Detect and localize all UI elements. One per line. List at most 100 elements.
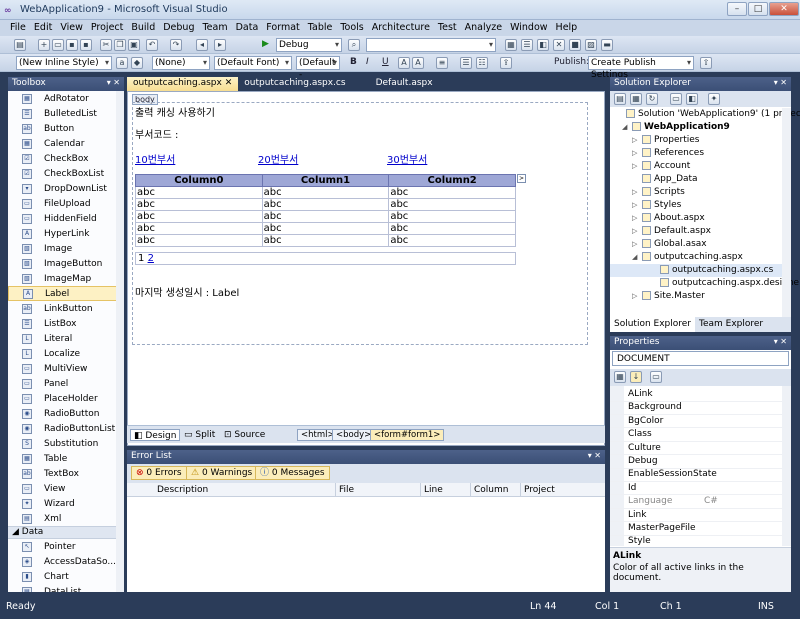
toolbox-item-view[interactable]: ▭ View [8,481,124,496]
object-browser-icon[interactable]: ◧ [537,39,549,51]
expand-icon[interactable]: ◢ [622,121,632,134]
style-apply-icon[interactable]: a [116,57,128,69]
view-code-icon[interactable]: ▭ [670,93,682,105]
tab-outputcaching-aspx[interactable]: outputcaching.aspx ✕ [127,77,239,91]
toolbox-item-image[interactable]: ▧ Image [8,241,124,256]
align-icon[interactable]: ≡ [436,57,448,69]
copy-website-icon[interactable]: ✦ [708,93,720,105]
tree-node[interactable]: ▷ Account [610,160,782,173]
underline-button[interactable]: U [382,56,389,69]
tree-node[interactable]: ▷ References [610,147,782,160]
menu-data[interactable]: Data [232,20,263,36]
save-all-icon[interactable]: ▪ [80,39,92,51]
pin-icon[interactable]: ▾ ✕ [774,337,787,346]
bold-button[interactable]: B [350,56,357,69]
menu-test[interactable]: Test [434,20,461,36]
tab-outputcaching-aspx-cs[interactable]: outputcaching.aspx.cs [238,77,351,91]
extension-icon[interactable]: ▨ [585,39,597,51]
pin-icon[interactable]: ▾ ✕ [107,78,120,87]
properties-scrollbar[interactable] [782,386,791,546]
numbering-icon[interactable]: ☷ [476,57,488,69]
link-dept-20[interactable]: 20번부서 [258,151,298,166]
toolbox-item-dropdownlist[interactable]: ▾ DropDownList [8,181,124,196]
property-row[interactable]: Language C# [610,495,782,509]
view-designer-icon[interactable]: ◧ [686,93,698,105]
expand-icon[interactable]: ▷ [632,238,642,251]
expand-icon[interactable]: ▷ [632,225,642,238]
tree-node[interactable]: App_Data [610,173,782,186]
maximize-button[interactable]: □ [748,2,768,16]
save-icon[interactable]: ▪ [66,39,78,51]
col-project[interactable]: Project [524,485,555,495]
style-manage-icon[interactable]: ◆ [131,57,143,69]
toolbox-item-checkbox[interactable]: ☑ CheckBox [8,151,124,166]
toolbox-item-multiview[interactable]: ▭ MultiView [8,361,124,376]
menu-edit[interactable]: Edit [30,20,56,36]
tree-node[interactable]: ▷ Site.Master [610,290,782,303]
tree-node[interactable]: ▷ Styles [610,199,782,212]
config-combo[interactable]: Debug [276,38,342,52]
pager-page-2[interactable]: 2 [148,253,154,264]
expand-icon[interactable]: ▷ [632,186,642,199]
toolbox-item-fileupload[interactable]: ▭ FileUpload [8,196,124,211]
toolbox-item-imagebutton[interactable]: ▧ ImageButton [8,256,124,271]
fore-color-icon[interactable]: A [398,57,410,69]
navigate-forward-icon[interactable]: ▸ [214,39,226,51]
smart-tag-button[interactable]: > [517,174,526,183]
toolbox-item-wizard[interactable]: ✦ Wizard [8,496,124,511]
property-row[interactable]: Background [610,401,782,415]
tree-node[interactable]: ▷ Global.asax [610,238,782,251]
property-row[interactable]: Link [610,509,782,523]
toolbox-item-calendar[interactable]: ▦ Calendar [8,136,124,151]
toolbox-item-listbox[interactable]: ☰ ListBox [8,316,124,331]
pin-icon[interactable]: ▾ ✕ [774,78,787,87]
property-row[interactable]: EnableSessionState [610,468,782,482]
categorized-icon[interactable]: ▦ [614,371,626,383]
font-combo[interactable]: (Default Font) [214,56,292,70]
command-window-icon[interactable]: ▬ [601,39,613,51]
toolbox-icon[interactable]: ✕ [553,39,565,51]
split-view-button[interactable]: ▭ Split [181,429,218,441]
design-surface[interactable]: body 출력 캐싱 사용하기 부서코드 : 10번부서 20번부서 30번부서… [127,91,605,446]
tree-node[interactable]: ▷ Scripts [610,186,782,199]
toolbox-item-label[interactable]: A Label [8,286,124,301]
close-tab-icon[interactable]: ✕ [225,78,233,88]
tab-solution-explorer[interactable]: Solution Explorer [610,317,695,332]
toolbox-data-item[interactable]: ↖ Pointer [8,539,124,554]
toolbox-item-bulletedlist[interactable]: ☰ BulletedList [8,106,124,121]
paste-icon[interactable]: ▣ [128,39,140,51]
menu-debug[interactable]: Debug [159,20,198,36]
property-row[interactable]: MasterPageFile [610,522,782,536]
toolbox-item-panel[interactable]: ▭ Panel [8,376,124,391]
tab-default-aspx[interactable]: Default.aspx [370,77,439,91]
toolbox-item-substitution[interactable]: S Substitution [8,436,124,451]
new-project-icon[interactable]: ▤ [14,39,26,51]
alphabetical-icon[interactable]: ↓ [630,371,642,383]
menu-project[interactable]: Project [87,20,128,36]
expand-icon[interactable]: ▷ [632,290,642,303]
publish-combo[interactable]: Create Publish Settings [588,56,694,80]
object-selector[interactable]: DOCUMENT [612,351,789,366]
toolbox-item-radiobuttonlist[interactable]: ◉ RadioButtonList [8,421,124,436]
font-size-combo[interactable]: (Default - [296,56,340,80]
property-row[interactable]: Culture [610,442,782,456]
expand-icon[interactable]: ▷ [632,134,642,147]
tab-team-explorer[interactable]: Team Explorer [695,317,767,332]
toolbox-item-adrotator[interactable]: ▦ AdRotator [8,91,124,106]
col-file[interactable]: File [339,485,354,495]
solution-explorer-icon[interactable]: ▦ [505,39,517,51]
menu-help[interactable]: Help [552,20,582,36]
toolbox-group-data[interactable]: ◢ Data [8,526,124,539]
toolbox-item-localize[interactable]: L Localize [8,346,124,361]
properties-icon[interactable]: ▤ [614,93,626,105]
toolbox-item-button[interactable]: ab Button [8,121,124,136]
copy-icon[interactable]: ❐ [114,39,126,51]
expand-icon[interactable]: ▷ [632,147,642,160]
toolbox-item-checkboxlist[interactable]: ☑ CheckBoxList [8,166,124,181]
publish-icon[interactable]: ⇪ [500,57,512,69]
toolbox-item-radiobutton[interactable]: ◉ RadioButton [8,406,124,421]
expand-icon[interactable]: ▷ [632,199,642,212]
toolbox-scrollbar[interactable] [116,91,124,592]
link-dept-10[interactable]: 10번부서 [135,151,175,166]
property-row[interactable]: BgColor [610,415,782,429]
